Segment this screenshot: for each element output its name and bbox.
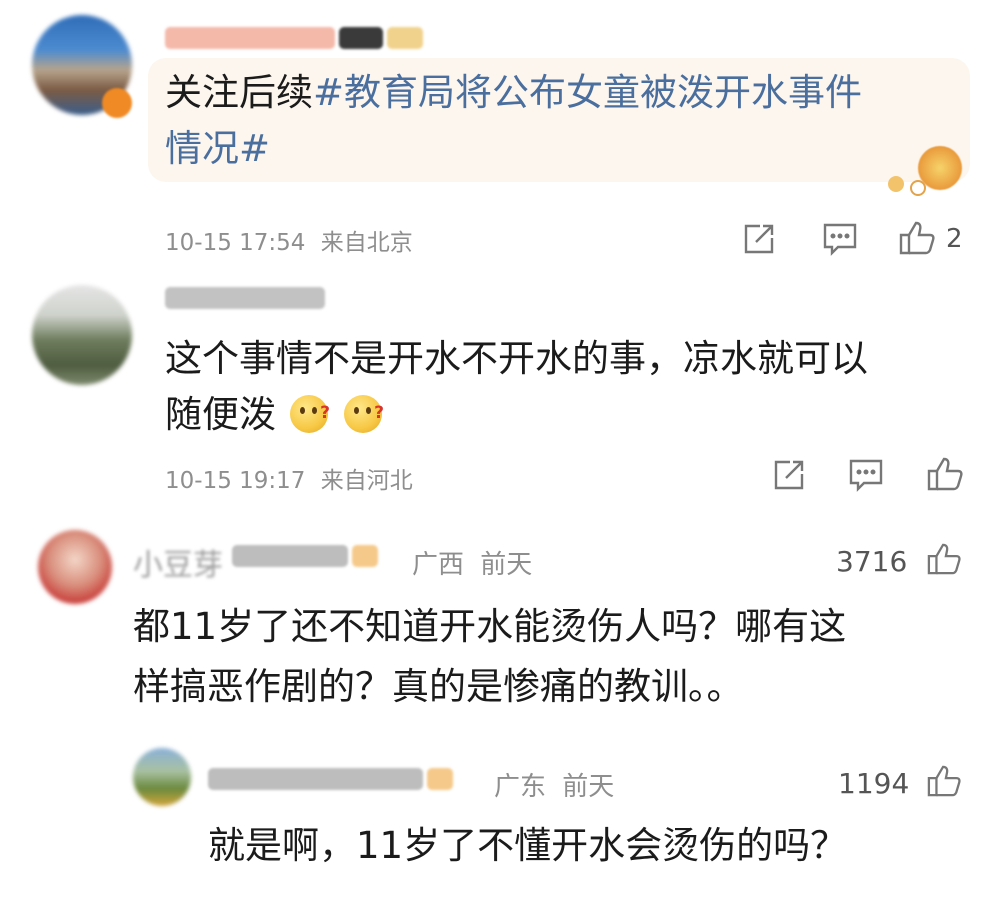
hashtag-link[interactable]: #教育局将公布女童被泼开水事件 [313, 71, 862, 114]
thumbs-up-icon[interactable] [926, 456, 964, 492]
comment-meta: 广西 前天 [412, 544, 532, 581]
thumbs-up-icon[interactable] [926, 764, 962, 798]
region: 广西 [412, 550, 465, 580]
timestamp: 10-15 19:17 [165, 468, 306, 494]
comment-meta: 10-15 17:54 来自北京 [165, 223, 413, 257]
share-icon[interactable] [742, 222, 776, 256]
comment-meta: 10-15 19:17 来自河北 [165, 461, 413, 495]
comment-icon[interactable] [822, 222, 858, 256]
username-blurred[interactable] [165, 27, 423, 49]
avatar[interactable] [32, 285, 132, 385]
comment-text: 这个事情不是开水不开水的事，凉水就可以 随便泼 [165, 331, 965, 443]
username[interactable]: 小豆芽 [133, 540, 223, 584]
username-blurred[interactable] [165, 287, 325, 309]
comment-text: 关注后续#教育局将公布女童被泼开水事件 情况# [165, 71, 863, 170]
comment-meta: 广东 前天 [494, 766, 614, 803]
share-icon[interactable] [772, 458, 806, 492]
username-blurred[interactable] [208, 768, 453, 790]
comment-text: 就是啊，11岁了不懂开水会烫伤的吗？ [208, 824, 848, 867]
like-count: 1194 [838, 767, 910, 800]
username-suffix-blurred [232, 545, 378, 567]
like-count: 3716 [836, 545, 908, 578]
thinking-emoji-icon [344, 385, 384, 441]
timestamp: 10-15 17:54 [165, 230, 306, 256]
timestamp: 前天 [562, 772, 615, 802]
region: 广东 [494, 772, 547, 802]
avatar[interactable] [133, 748, 191, 806]
timestamp: 前天 [480, 550, 533, 580]
hashtag-link-cont[interactable]: 情况# [165, 127, 270, 170]
thumbs-up-icon[interactable] [898, 220, 936, 256]
location: 来自北京 [320, 230, 413, 256]
comment-icon[interactable] [848, 458, 884, 492]
location: 来自河北 [320, 468, 413, 494]
like-count: 2 [946, 224, 963, 254]
comment-text: 都11岁了还不知道开水能烫伤人吗？哪有这 样搞恶作剧的？真的是惨痛的教训。。 [133, 605, 847, 708]
vip-badge-icon [102, 88, 132, 118]
avatar[interactable] [38, 530, 112, 604]
thinking-emoji-icon [290, 385, 330, 441]
thumbs-up-icon[interactable] [926, 542, 962, 576]
